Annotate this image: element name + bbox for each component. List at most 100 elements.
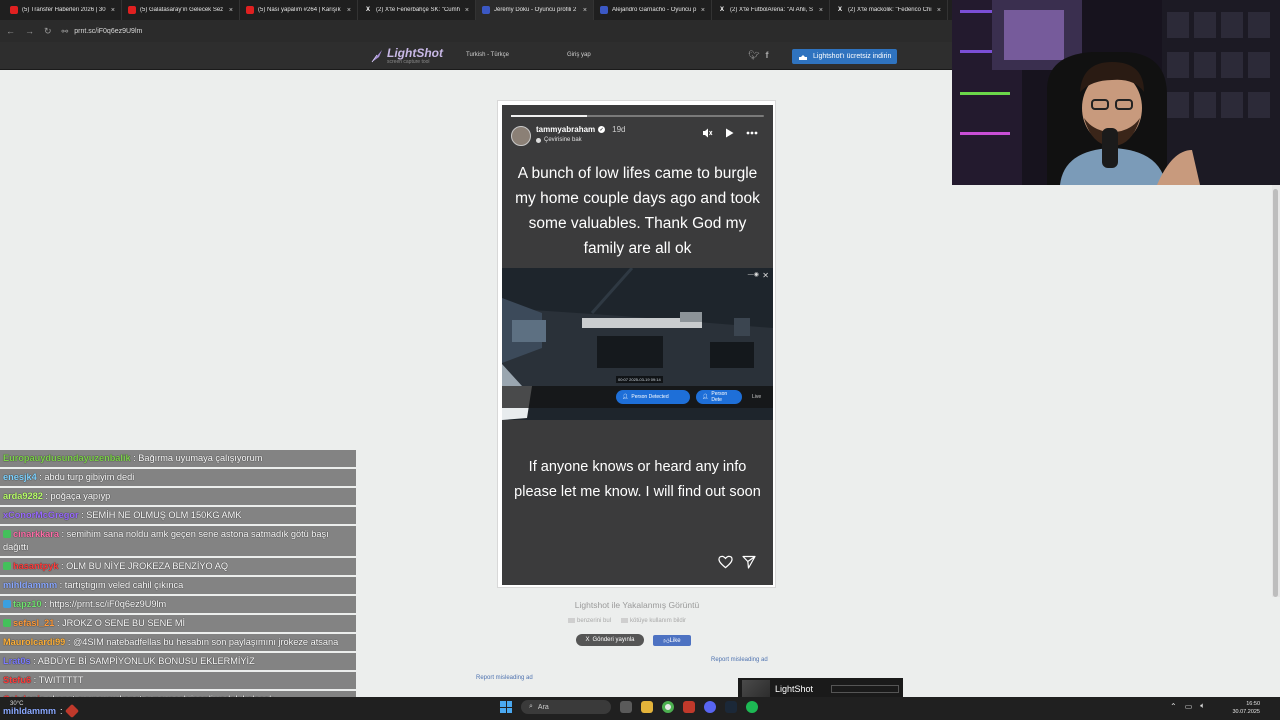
chat-current-user: mihldammm (3, 705, 57, 716)
more-options-icon (746, 131, 758, 135)
chat-username[interactable]: Lrat0s (3, 656, 31, 666)
detection-label-1: Person Detected (631, 394, 669, 400)
chrome-icon[interactable] (662, 701, 674, 713)
close-tab-icon[interactable]: × (937, 7, 941, 14)
login-link[interactable]: Giriş yap (567, 52, 591, 58)
facebook-like-button[interactable]: 👍︎ Like (653, 635, 691, 646)
download-icon (799, 54, 807, 60)
instagram-story: tammyabraham ✓ 19d Çevirisine bak A bunc… (502, 105, 773, 585)
chat-message: cinarkkara : semihim sana noldu amk geçe… (0, 526, 356, 556)
tweet-button[interactable]: X Gönderi yayınla (576, 634, 644, 646)
tab-title: Jérémy Doku - Oyuncu profili 2 (494, 7, 577, 13)
tab-title: (2) X'te FutbolArena: "Al Ahli, S (730, 7, 813, 13)
banner-button[interactable] (831, 685, 899, 693)
download-lightshot-button[interactable]: Lightshot'ı ücretsiz indirin (792, 49, 898, 64)
network-icon[interactable]: ▭ (1185, 702, 1193, 711)
browser-tab[interactable]: Alejandro Garnacho - Oyuncu p × (594, 0, 712, 20)
browser-tab[interactable]: Jérémy Doku - Oyuncu profili 2 × (476, 0, 594, 20)
spotify-icon[interactable] (746, 701, 758, 713)
chat-badge-icon (3, 619, 11, 627)
url-text: prnt.sc/iF0q6ez9U9lm (74, 27, 143, 35)
youtube-icon (10, 6, 18, 14)
site-info-icon[interactable]: ⚯ (62, 27, 69, 36)
url-field[interactable]: ⚯ prnt.sc/iF0q6ez9U9lm (62, 27, 143, 36)
close-tab-icon[interactable]: × (701, 7, 705, 14)
chat-username[interactable]: hasantpyk (13, 561, 58, 571)
person-detected-chip-2: 👤︎ Person Dete (696, 390, 742, 404)
task-view-icon[interactable] (620, 701, 632, 713)
close-tab-icon[interactable]: × (111, 7, 115, 14)
volume-icon[interactable]: 🔈︎ (1200, 701, 1205, 711)
feather-icon (371, 50, 382, 63)
back-icon[interactable]: ← (6, 26, 15, 36)
screen: (5) Transfer Haberleri 2026 | 30 × (5) Gal… (0, 0, 1280, 720)
close-video-icon: ✕ (762, 271, 769, 280)
chat-text: tartıştıgım veled cahil çıkınca (64, 580, 184, 590)
chat-username[interactable]: xConorMcGregor (3, 510, 79, 520)
chat-username[interactable]: Maurolcardi99 (3, 637, 65, 647)
chat-username[interactable]: tapz10 (13, 599, 42, 609)
person-detected-chip: 👤︎ Person Detected (616, 390, 690, 404)
page-scrollbar[interactable] (1272, 185, 1280, 597)
steam-icon[interactable] (725, 701, 737, 713)
twitter-icon[interactable]: 🐦︎ (748, 50, 759, 61)
chat-username[interactable]: cinarkkara (13, 529, 59, 539)
browser-tab[interactable]: (5) Nası yapalım #264 | Karışık × (240, 0, 358, 20)
browser-tab[interactable]: X (2) X'te mackolik: "Federico Chi × (830, 0, 948, 20)
video-timestamp: 00:07 2025-03-19 09:14 (616, 376, 663, 383)
system-tray: ⌃ ▭ 🔈︎ (1170, 701, 1205, 711)
stream-chat: Europauydusundayuzenbalik : Bağırma uyum… (0, 450, 356, 708)
windows-start-icon[interactable] (500, 701, 512, 713)
person-icon: 👤︎ (622, 394, 629, 400)
chat-text: Bağırma uyumaya çalışıyorum (138, 453, 263, 463)
youtube-icon (246, 6, 254, 14)
browser-tab[interactable]: X (2) X'te Fenerbahçe SK: "Cumh × (358, 0, 476, 20)
chat-username[interactable]: Europauydusundayuzenbalik (3, 453, 131, 463)
app-icon[interactable] (683, 701, 695, 713)
chat-badge-icon (3, 530, 11, 538)
story-controls (702, 128, 758, 138)
image-actions: benzerini bul kötüye kullanım bildir (568, 618, 686, 624)
report-ad-link[interactable]: Report misleading ad (711, 657, 768, 663)
tab-title: (5) Nası yapalım #264 | Karışık (258, 7, 341, 13)
chat-text: OLM BU NİYE JROKEZA BENZİYO AQ (66, 561, 228, 571)
taskbar-clock[interactable]: 16:50 30.07.2025 (1228, 700, 1260, 716)
scrollbar-thumb[interactable] (1273, 189, 1278, 597)
play-icon (726, 128, 734, 138)
avatar (511, 126, 531, 146)
close-tab-icon[interactable]: × (229, 7, 233, 14)
screenshot-image: tammyabraham ✓ 19d Çevirisine bak A bunc… (497, 100, 776, 588)
discord-icon[interactable] (704, 701, 716, 713)
chat-text: SEMİH NE OLMUŞ OLM 150KG AMK (86, 510, 242, 520)
find-similar-link[interactable]: benzerini bul (568, 618, 611, 624)
chat-message: mihldammm : tartıştıgım veled cahil çıkı… (0, 577, 356, 594)
facebook-icon[interactable]: f (765, 50, 768, 61)
chat-username[interactable]: enesjk4 (3, 472, 37, 482)
chat-username[interactable]: mihldammm (3, 580, 57, 590)
browser-tab[interactable]: X (2) X'te FutbolArena: "Al Ahli, S × (712, 0, 830, 20)
forward-icon[interactable]: → (25, 26, 34, 36)
browser-tab[interactable]: (5) Galatasaray'ın Gelecek Sez × (122, 0, 240, 20)
report-ad-link-2[interactable]: Report misleading ad (476, 675, 533, 681)
taskbar-search[interactable]: ⌕ Ara (521, 700, 611, 714)
language-selector[interactable]: Turkish - Türkçe (466, 52, 509, 58)
webcam-image (952, 0, 1280, 185)
close-tab-icon[interactable]: × (465, 7, 469, 14)
tweet-button-label: Gönderi yayınla (592, 637, 635, 643)
banner-thumbnail (742, 680, 770, 698)
close-tab-icon[interactable]: × (819, 7, 823, 14)
chat-username[interactable]: Stefu6 (3, 675, 31, 685)
lightshot-logo[interactable]: LightShot screen capture tool (370, 47, 443, 65)
pip-icon: —◉ (747, 272, 759, 278)
reload-icon[interactable]: ↻ (44, 26, 52, 37)
chat-message: Lrat0s : ABDÜYE Bİ SAMPİYONLUK BONUSU EK… (0, 653, 356, 670)
close-tab-icon[interactable]: × (347, 7, 351, 14)
tray-chevron-icon[interactable]: ⌃ (1170, 702, 1177, 711)
close-tab-icon[interactable]: × (583, 7, 587, 14)
banner-title: LightShot (775, 684, 814, 694)
report-abuse-link[interactable]: kötüye kullanım bildir (621, 618, 686, 624)
file-explorer-icon[interactable] (641, 701, 653, 713)
browser-tab[interactable]: (5) Transfer Haberleri 2026 | 30 × (4, 0, 122, 20)
chat-username[interactable]: sefasl_21 (13, 618, 54, 628)
chat-username[interactable]: arda9282 (3, 491, 43, 501)
